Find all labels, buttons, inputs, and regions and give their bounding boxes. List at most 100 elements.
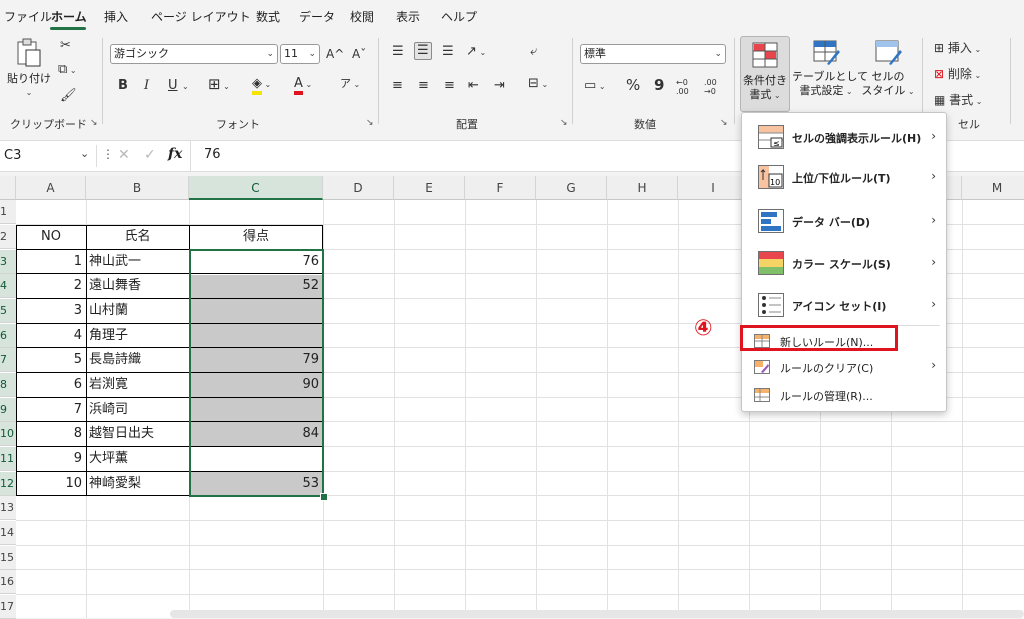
cell-no[interactable]: 1: [16, 250, 86, 274]
cell-name[interactable]: 浜崎司: [86, 398, 189, 422]
menu-home[interactable]: ホーム: [51, 8, 87, 25]
row-header-8[interactable]: 8: [0, 373, 16, 397]
cell-name[interactable]: 越智日出夫: [86, 422, 189, 446]
more-options-icon[interactable]: ⋮: [102, 147, 114, 161]
column-header-c[interactable]: C: [189, 176, 323, 200]
name-box[interactable]: C3 ⌄: [0, 145, 97, 167]
menu-icon-sets[interactable]: アイコン セット(I) ›: [742, 285, 946, 325]
align-right-icon[interactable]: ≡: [444, 78, 455, 94]
wrap-text-icon[interactable]: ⤶: [530, 44, 537, 60]
dialog-launcher-icon[interactable]: ↘: [560, 118, 568, 128]
row-header-15[interactable]: 15: [0, 546, 16, 570]
dialog-launcher-icon[interactable]: ↘: [720, 118, 728, 128]
row-header-3[interactable]: 3: [0, 250, 16, 274]
cell-name[interactable]: 長島詩織: [86, 348, 189, 372]
column-header-b[interactable]: B: [86, 176, 189, 200]
align-left-icon[interactable]: ≡: [392, 78, 403, 94]
column-header-g[interactable]: G: [536, 176, 607, 200]
increase-decimal-button[interactable]: ←0 .00: [676, 78, 698, 96]
decrease-indent-icon[interactable]: ⇤: [468, 78, 479, 94]
menu-clear-rules[interactable]: ルールのクリア(C) ›: [742, 355, 946, 379]
cell-no[interactable]: 6: [16, 373, 86, 397]
merge-center-icon[interactable]: ⊟ ⌄: [528, 76, 548, 93]
column-header-d[interactable]: D: [323, 176, 394, 200]
menu-data[interactable]: データ: [299, 8, 335, 25]
cell-no[interactable]: 2: [16, 274, 86, 298]
cell-name[interactable]: 大坪薫: [86, 447, 189, 471]
paste-button[interactable]: 貼り付け ⌄: [6, 38, 52, 100]
row-header-4[interactable]: 4: [0, 274, 16, 298]
phonetic-icon[interactable]: ア ⌄: [340, 76, 360, 93]
conditional-formatting-button[interactable]: 条件付き 書式 ⌄: [740, 36, 790, 112]
shrink-font-icon[interactable]: Aˇ: [352, 46, 366, 62]
increase-indent-icon[interactable]: ⇥: [494, 78, 505, 94]
header-name[interactable]: 氏名: [86, 225, 189, 249]
horizontal-scrollbar[interactable]: [170, 610, 1024, 618]
cell-no[interactable]: 9: [16, 447, 86, 471]
cell-no[interactable]: 4: [16, 324, 86, 348]
number-format-combo[interactable]: 標準 ⌄: [580, 44, 726, 64]
dialog-launcher-icon[interactable]: ↘: [90, 118, 98, 128]
row-header-12[interactable]: 12: [0, 472, 16, 496]
insert-function-icon[interactable]: fx: [168, 146, 182, 162]
select-all-corner[interactable]: [0, 176, 16, 200]
dialog-launcher-icon[interactable]: ↘: [366, 118, 374, 128]
insert-cells-button[interactable]: ⊞ 挿入 ⌄: [934, 40, 981, 58]
comma-style-button[interactable]: 9: [654, 77, 664, 93]
align-top-icon[interactable]: ☰: [392, 44, 404, 60]
grow-font-icon[interactable]: A^: [326, 46, 344, 62]
cell-name[interactable]: 神山武一: [86, 250, 189, 274]
menu-color-scales[interactable]: カラー スケール(S) ›: [742, 243, 946, 283]
row-header-13[interactable]: 13: [0, 496, 16, 520]
menu-insert[interactable]: 挿入: [104, 8, 128, 25]
fill-handle[interactable]: [320, 493, 328, 501]
header-no[interactable]: NO: [16, 225, 86, 249]
menu-page-layout[interactable]: ページ レイアウト: [151, 8, 251, 25]
accounting-format-icon[interactable]: ▭ ⌄: [584, 78, 606, 95]
menu-highlight-cells-rules[interactable]: ≤ セルの強調表示ルール(H) ›: [742, 117, 946, 157]
cell-no[interactable]: 3: [16, 299, 86, 323]
menu-view[interactable]: 表示: [396, 8, 420, 25]
align-bottom-icon[interactable]: ☰: [442, 44, 454, 60]
row-header-17[interactable]: 17: [0, 595, 16, 619]
menu-help[interactable]: ヘルプ: [441, 8, 477, 25]
enter-icon[interactable]: ✓: [144, 147, 156, 163]
row-header-6[interactable]: 6: [0, 324, 16, 348]
cell-name[interactable]: 岩渕寛: [86, 373, 189, 397]
column-header-e[interactable]: E: [394, 176, 465, 200]
italic-button[interactable]: I: [144, 78, 149, 94]
cell-styles-button[interactable]: セルの スタイル ⌄: [860, 38, 916, 99]
align-middle-icon[interactable]: ☰: [414, 42, 432, 60]
cancel-icon[interactable]: ✕: [118, 147, 130, 163]
row-header-14[interactable]: 14: [0, 521, 16, 545]
menu-data-bars[interactable]: データ バー(D) ›: [742, 201, 946, 241]
row-header-11[interactable]: 11: [0, 447, 16, 471]
fill-color-icon[interactable]: ◈ ⌄: [252, 76, 271, 95]
underline-button[interactable]: U: [168, 78, 178, 94]
cell-name[interactable]: 角理子: [86, 324, 189, 348]
delete-cells-button[interactable]: ⊠ 削除 ⌄: [934, 66, 981, 84]
borders-icon[interactable]: ⊞ ⌄: [208, 76, 230, 95]
cut-icon[interactable]: ✂: [60, 38, 71, 54]
cell-no[interactable]: 10: [16, 472, 86, 496]
orientation-icon[interactable]: ↗ ⌄: [466, 44, 486, 61]
percent-style-button[interactable]: %: [626, 77, 640, 93]
font-name-combo[interactable]: 游ゴシック ⌄: [110, 44, 278, 64]
formula-input[interactable]: 76: [204, 147, 221, 162]
column-header-a[interactable]: A: [16, 176, 86, 200]
chevron-down-icon[interactable]: ⌄: [182, 78, 189, 95]
decrease-decimal-button[interactable]: .00 →0: [704, 78, 726, 96]
row-header-7[interactable]: 7: [0, 348, 16, 372]
align-center-icon[interactable]: ≡: [418, 78, 429, 94]
row-header-1[interactable]: 1: [0, 200, 16, 224]
format-cells-button[interactable]: ▦ 書式 ⌄: [934, 92, 982, 110]
menu-top-bottom-rules[interactable]: 10 上位/下位ルール(T) ›: [742, 157, 946, 197]
column-header-h[interactable]: H: [607, 176, 678, 200]
menu-file[interactable]: ファイル: [4, 8, 52, 25]
cell-no[interactable]: 5: [16, 348, 86, 372]
cell-no[interactable]: 8: [16, 422, 86, 446]
format-painter-icon[interactable]: 🖌: [60, 88, 77, 104]
row-header-5[interactable]: 5: [0, 299, 16, 323]
format-as-table-button[interactable]: テーブルとして 書式設定 ⌄: [792, 38, 868, 99]
bold-button[interactable]: B: [118, 78, 128, 94]
